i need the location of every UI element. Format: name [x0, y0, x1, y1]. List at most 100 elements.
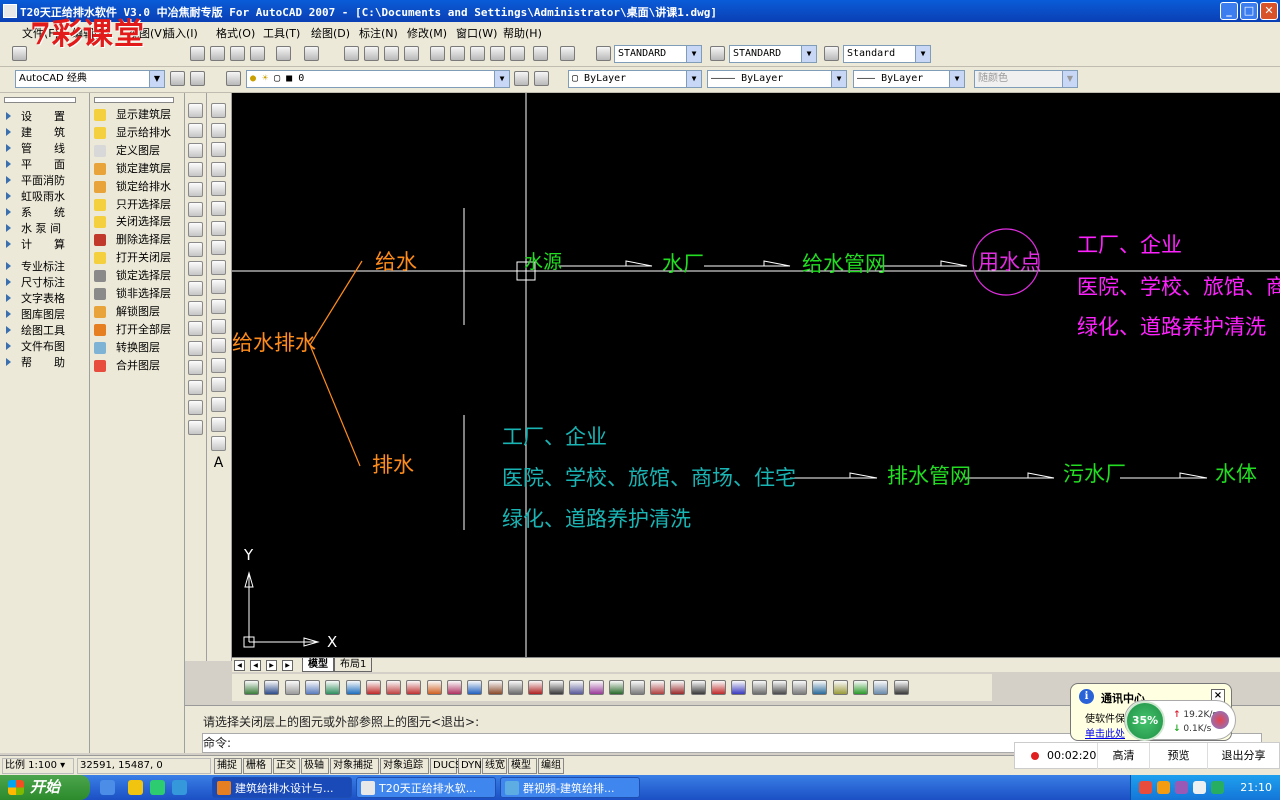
tray-shield-icon[interactable]	[1157, 781, 1170, 794]
color-select[interactable]: ▢ ByLayer ▼	[568, 70, 702, 88]
tianzheng-tool-icon[interactable]	[406, 680, 422, 695]
revision-cloud-icon[interactable]	[211, 240, 226, 256]
scale-icon[interactable]	[188, 241, 203, 257]
main-menu-item[interactable]: 尺寸标注	[6, 274, 65, 290]
menu-window[interactable]: 窗口(W)	[456, 25, 497, 41]
layer-tool-item[interactable]: 关闭选择层	[94, 213, 171, 229]
break-icon[interactable]	[188, 340, 203, 356]
status-toggle[interactable]: 捕捉	[214, 758, 242, 774]
fillet-icon[interactable]	[188, 400, 203, 415]
main-menu-item[interactable]: 平面消防	[6, 172, 65, 188]
tianzheng-tool-icon[interactable]	[426, 680, 442, 695]
break-point-icon[interactable]	[188, 320, 203, 336]
table-style-icon[interactable]	[824, 46, 839, 61]
tianzheng-tool-icon[interactable]	[528, 680, 544, 695]
main-menu-item[interactable]: 图库图层	[6, 306, 65, 322]
menu-modify[interactable]: 修改(M)	[407, 25, 447, 41]
gradient-icon[interactable]	[211, 397, 226, 412]
layer-tool-item[interactable]: 打开关闭层	[94, 249, 171, 265]
status-toggle[interactable]: 栅格	[243, 758, 272, 774]
tray-volume-icon[interactable]	[1193, 781, 1206, 794]
status-toggle[interactable]: DUCS	[430, 758, 461, 774]
tab-first-button[interactable]: ◀	[234, 660, 245, 671]
cut-icon[interactable]	[210, 46, 225, 61]
multiline-text-icon[interactable]: A	[211, 455, 226, 471]
tianzheng-tool-icon[interactable]	[690, 680, 706, 695]
exit-share-button[interactable]: 退出分享	[1207, 743, 1279, 769]
quality-button[interactable]: 高清	[1097, 743, 1149, 769]
copy-object-icon[interactable]	[188, 122, 203, 138]
tianzheng-tool-icon[interactable]	[771, 680, 787, 695]
properties-icon[interactable]	[430, 46, 445, 61]
layer-tool-item[interactable]: 转换图层	[94, 339, 160, 355]
menu-format[interactable]: 格式(O)	[216, 25, 255, 41]
layer-tool-item[interactable]: 定义图层	[94, 142, 160, 158]
erase-icon[interactable]	[188, 103, 203, 118]
tianzheng-tool-icon[interactable]	[609, 680, 625, 695]
drawing-canvas[interactable]: 给水排水 给水 排水 水源 水厂 给水管网 用水点 工厂、企业 医院、学校、旅馆…	[232, 93, 1280, 661]
menu-insert[interactable]: 插入(I)	[164, 25, 198, 41]
move-icon[interactable]	[188, 202, 203, 217]
status-toggle[interactable]: 极轴	[301, 758, 329, 774]
preview-button[interactable]: 预览	[1149, 743, 1207, 769]
stretch-icon[interactable]	[188, 261, 203, 277]
status-toggle[interactable]: 对象追踪	[380, 758, 429, 774]
task-video[interactable]: 建筑给排水设计与...	[212, 777, 352, 798]
tianzheng-tool-icon[interactable]	[629, 680, 645, 695]
panel-grip[interactable]	[94, 97, 174, 103]
tianzheng-tool-icon[interactable]	[447, 680, 462, 695]
tianzheng-tool-icon[interactable]	[812, 680, 828, 695]
zoom-window-icon[interactable]	[384, 46, 399, 61]
undo-icon[interactable]	[276, 46, 291, 61]
copy-icon[interactable]	[230, 46, 245, 61]
text-style-select[interactable]: STANDARD ▼	[614, 45, 702, 63]
tianzheng-tool-icon[interactable]	[386, 680, 402, 695]
tianzheng-tool-icon[interactable]	[589, 680, 605, 695]
circle-icon[interactable]	[211, 220, 226, 236]
start-button[interactable]: 开始	[0, 775, 90, 800]
menu-draw[interactable]: 绘图(D)	[311, 25, 350, 41]
tianzheng-tool-icon[interactable]	[792, 680, 808, 695]
layer-tool-item[interactable]: 锁定选择层	[94, 267, 171, 283]
tianzheng-tool-icon[interactable]	[244, 680, 259, 695]
task-group-video[interactable]: 群视频-建筑给排...	[500, 777, 640, 798]
polygon-icon[interactable]	[211, 161, 226, 177]
app-icon[interactable]	[3, 4, 17, 18]
layer-select[interactable]: ● ☀ ▢ ■ 0 ▼	[246, 70, 510, 88]
workspace-save-icon[interactable]	[190, 71, 205, 86]
dim-style-select[interactable]: STANDARD ▼	[729, 45, 817, 63]
main-menu-item[interactable]: 文件布图	[6, 338, 65, 354]
zoom-previous-icon[interactable]	[404, 46, 419, 61]
layer-tool-item[interactable]: 打开全部层	[94, 321, 171, 337]
browser-icon[interactable]	[150, 780, 165, 795]
tianzheng-tool-icon[interactable]	[893, 680, 909, 695]
layer-tool-item[interactable]: 删除选择层	[94, 231, 171, 247]
main-menu-item[interactable]: 文字表格	[6, 290, 65, 306]
main-menu-item[interactable]: 计 算	[6, 236, 65, 252]
linetype-select[interactable]: ———— ByLayer ▼	[707, 70, 847, 88]
tray-network-icon[interactable]	[1175, 781, 1188, 794]
lineweight-select[interactable]: ——— ByLayer ▼	[853, 70, 965, 88]
close-button[interactable]: ✕	[1260, 2, 1278, 20]
ellipse-arc-icon[interactable]	[211, 299, 226, 314]
calculator-icon[interactable]	[533, 46, 548, 61]
tianzheng-tool-icon[interactable]	[264, 680, 280, 695]
offset-icon[interactable]	[188, 162, 203, 178]
layer-manager-icon[interactable]	[226, 71, 241, 86]
ellipse-icon[interactable]	[211, 279, 226, 295]
ie-icon[interactable]	[172, 780, 187, 795]
pan-icon[interactable]	[344, 46, 359, 61]
tianzheng-tool-icon[interactable]	[325, 680, 341, 695]
tianzheng-tool-icon[interactable]	[731, 680, 747, 695]
redo-icon[interactable]	[304, 46, 319, 61]
tianzheng-tool-icon[interactable]	[345, 680, 361, 695]
tianzheng-tool-icon[interactable]	[650, 680, 665, 695]
status-toggle[interactable]: 正交	[273, 758, 300, 774]
line-icon[interactable]	[211, 103, 226, 118]
tianzheng-tool-icon[interactable]	[832, 680, 848, 695]
layer-tool-item[interactable]: 合并图层	[94, 357, 160, 373]
hatch-icon[interactable]	[211, 377, 226, 393]
status-toggle[interactable]: DYN	[458, 758, 482, 774]
table-style-select[interactable]: Standard ▼	[843, 45, 931, 63]
maximize-button[interactable]: □	[1240, 2, 1258, 20]
